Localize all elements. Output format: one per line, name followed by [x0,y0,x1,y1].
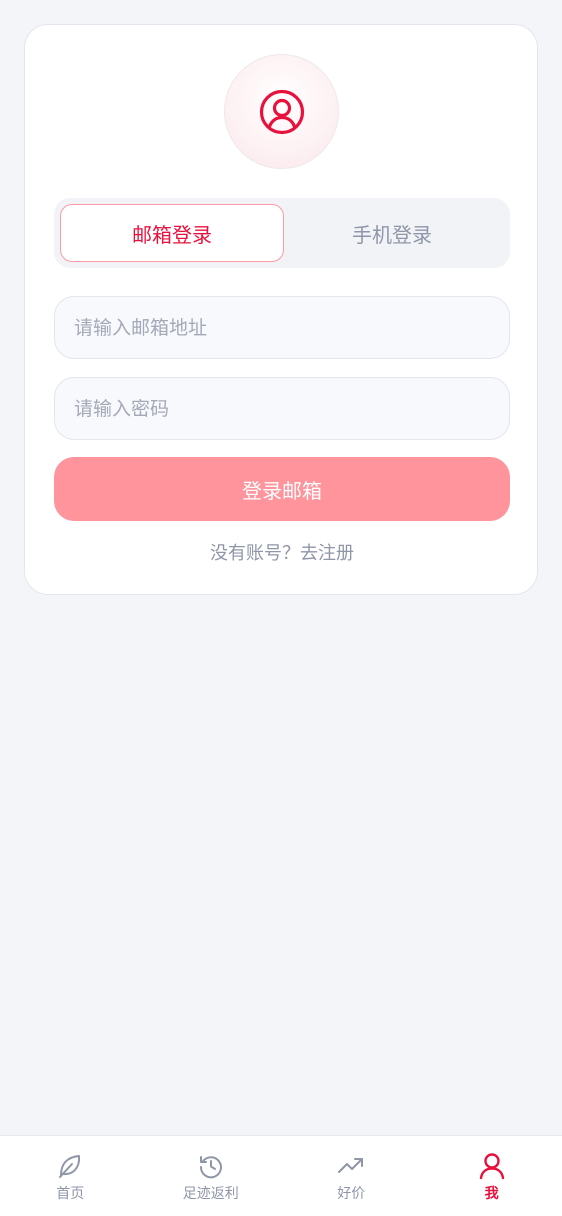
trending-up-icon [338,1158,364,1173]
bottom-tab-bar: 首页 足迹返利 好价 我 [0,1135,562,1216]
avatar [224,54,339,169]
user-circle-icon [259,89,304,134]
tabbar-label: 我 [484,1186,499,1202]
history-icon [199,1156,222,1179]
password-field[interactable] [54,377,510,440]
tabbar-item-home[interactable]: 首页 [0,1136,141,1216]
login-card: 邮箱登录 手机登录 登录邮箱 没有账号？去注册 [24,24,538,595]
leaf-icon [59,1155,81,1178]
page: 邮箱登录 手机登录 登录邮箱 没有账号？去注册 首页 足迹返利 [0,0,562,1216]
tabbar-label: 首页 [56,1186,85,1202]
tabbar-label: 足迹返利 [182,1186,239,1202]
tabbar-item-deals[interactable]: 好价 [281,1136,422,1216]
tab-email-login[interactable]: 邮箱登录 [60,204,284,262]
tabbar-item-me[interactable]: 我 [422,1136,562,1216]
user-icon [479,1153,504,1180]
login-button[interactable]: 登录邮箱 [54,457,510,521]
email-field[interactable] [54,296,510,359]
tabbar-label: 好价 [337,1186,366,1202]
tab-phone-login[interactable]: 手机登录 [280,204,504,262]
tabbar-item-history[interactable]: 足迹返利 [141,1136,282,1216]
login-method-tabs: 邮箱登录 手机登录 [54,198,510,268]
register-link[interactable]: 没有账号？去注册 [25,539,539,565]
